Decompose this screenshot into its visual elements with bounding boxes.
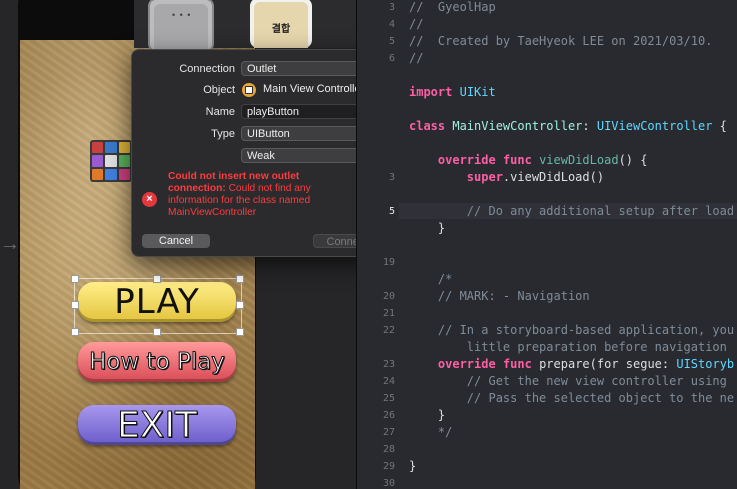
line-number: 30: [382, 478, 395, 489]
code-line[interactable]: // Pass the selected object to the ne: [409, 391, 734, 405]
type-value: UIButton: [247, 128, 290, 140]
code-line[interactable]: override func viewDidLoad() {: [409, 153, 648, 167]
code-line[interactable]: super.viewDidLoad(): [409, 170, 604, 184]
line-number: 25: [382, 393, 395, 404]
code-line[interactable]: }: [409, 221, 445, 235]
code-line[interactable]: }: [409, 408, 445, 422]
code-editor[interactable]: 3 // GyeolHap 4 // 5 // Created by TaeHyeok L…: [357, 0, 737, 489]
resize-handle[interactable]: [236, 275, 244, 283]
connection-label: Connection: [179, 63, 235, 75]
line-number: 6: [388, 53, 395, 64]
code-line[interactable]: /*: [409, 272, 452, 286]
segue-arrow-icon: →: [0, 233, 20, 255]
outlet-connection-popover: Connection Outlet ▴▾ Object Main View Co…: [131, 49, 392, 257]
line-number: 19: [382, 257, 395, 268]
code-line[interactable]: override func prepare(for segue: UIStory…: [409, 357, 734, 371]
code-line[interactable]: */: [409, 425, 452, 439]
resize-handle[interactable]: [153, 275, 161, 283]
error-icon: ×: [142, 192, 157, 207]
resize-handle[interactable]: [71, 301, 79, 309]
code-line[interactable]: // MARK: - Navigation: [409, 289, 590, 303]
selection-frame: [74, 278, 242, 334]
resize-handle[interactable]: [71, 275, 79, 283]
line-number: 21: [382, 308, 395, 319]
line-number: 20: [382, 291, 395, 302]
line-number: 3: [388, 172, 395, 183]
resize-handle[interactable]: [153, 328, 161, 336]
resize-handle[interactable]: [236, 328, 244, 336]
line-number: 4: [388, 19, 395, 30]
thumbnail-label: • • •: [172, 10, 192, 20]
storage-value: Weak: [247, 150, 275, 162]
code-line[interactable]: //: [409, 51, 423, 65]
object-label: Object: [203, 84, 235, 96]
object-value: Main View Controller: [263, 83, 365, 95]
scene-thumbnail[interactable]: • • •: [148, 0, 214, 52]
name-label: Name: [205, 106, 235, 118]
error-message: Could not insert new outlet connection: …: [168, 171, 348, 219]
line-number: 26: [382, 410, 395, 421]
code-line[interactable]: // Created by TaeHyeok LEE on 2021/03/10…: [409, 34, 712, 48]
scene-thumbnails: • • • 결합: [134, 0, 356, 52]
thumbnail-label: 결합: [271, 24, 291, 35]
code-line[interactable]: // In a storyboard-based application, yo…: [409, 323, 734, 337]
line-number: 24: [382, 376, 395, 387]
code-line[interactable]: // Do any additional setup after load: [409, 204, 734, 218]
code-line[interactable]: }: [409, 459, 416, 473]
line-number: 22: [382, 325, 395, 336]
resize-handle[interactable]: [71, 328, 79, 336]
line-number: 29: [382, 461, 395, 472]
scene-thumbnail[interactable]: 결합: [250, 0, 312, 48]
line-number: 23: [382, 359, 395, 370]
line-number: 28: [382, 444, 395, 455]
code-line[interactable]: // Get the new view controller using: [409, 374, 727, 388]
code-line[interactable]: class MainViewController: UIViewControll…: [409, 119, 727, 133]
resize-handle[interactable]: [236, 301, 244, 309]
line-number: 3: [388, 2, 395, 13]
code-line[interactable]: import UIKit: [409, 85, 496, 99]
line-number: 5: [388, 36, 395, 47]
code-line[interactable]: // GyeolHap: [409, 0, 496, 14]
exit-button[interactable]: EXIT: [78, 404, 236, 446]
view-controller-icon: [242, 83, 256, 97]
type-label: Type: [211, 128, 235, 140]
code-line[interactable]: little preparation before navigation: [409, 340, 727, 354]
cancel-button[interactable]: Cancel: [142, 234, 210, 248]
code-line[interactable]: //: [409, 17, 423, 31]
connection-value: Outlet: [247, 63, 277, 75]
line-number: 5: [388, 206, 395, 217]
line-number: 27: [382, 427, 395, 438]
game-logo-icon: [90, 140, 132, 182]
how-to-play-button[interactable]: How to Play: [78, 342, 236, 382]
